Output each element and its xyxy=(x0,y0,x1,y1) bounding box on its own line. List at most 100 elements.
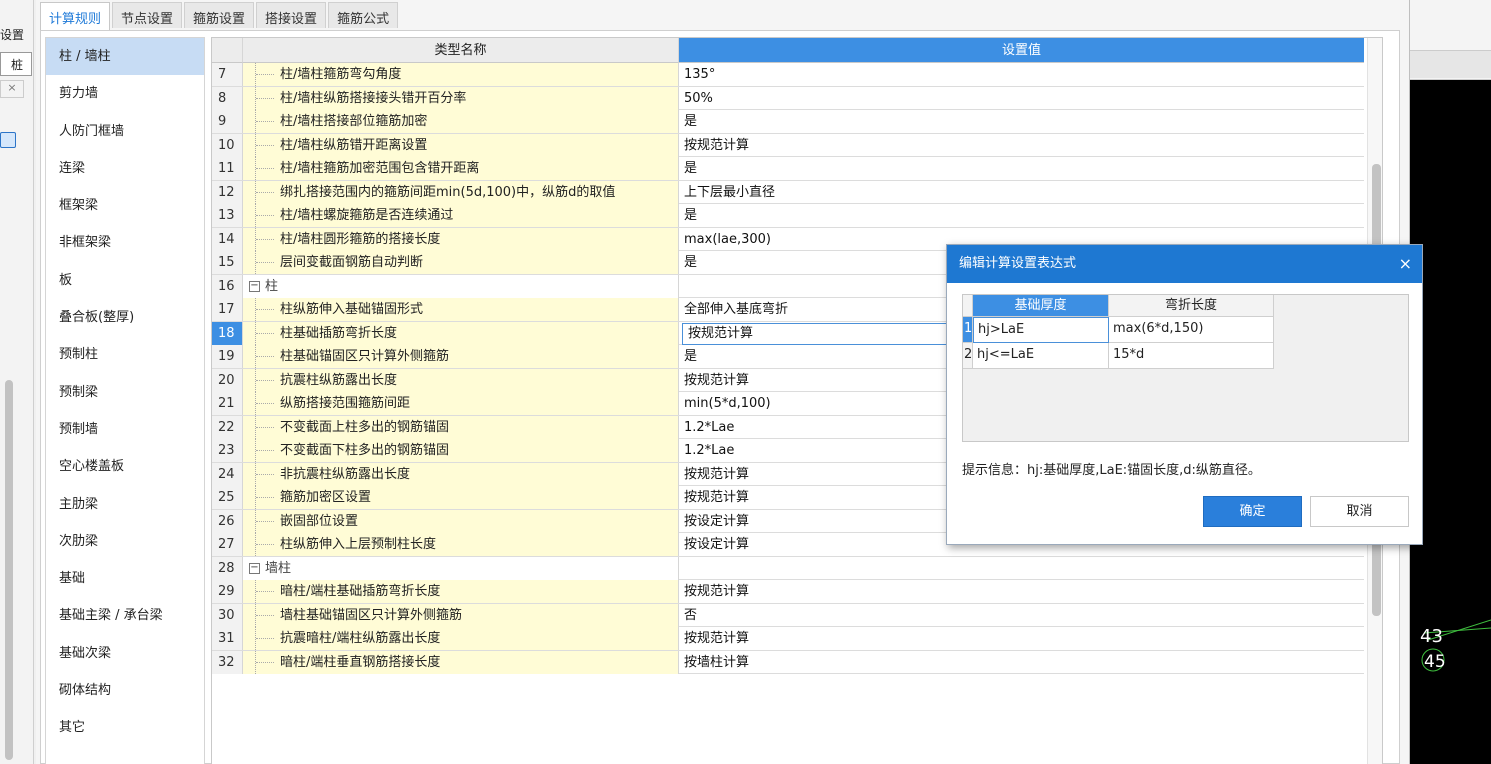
table-row[interactable]: 13 柱/墙柱螺旋箍筋是否连续通过 是 xyxy=(212,204,1364,228)
setting-value-cell[interactable]: 是 xyxy=(679,157,1364,180)
collapse-toggle-icon[interactable]: − xyxy=(249,280,260,292)
row-number[interactable]: 19 xyxy=(212,345,243,368)
row-number[interactable]: 18 xyxy=(212,321,243,345)
close-icon[interactable]: × xyxy=(1399,245,1412,283)
category-item[interactable]: 砌体结构 xyxy=(46,672,204,709)
setting-value-cell[interactable]: 上下层最小直径 xyxy=(679,181,1364,204)
category-item[interactable]: 空心楼盖板 xyxy=(46,448,204,485)
category-item[interactable]: 叠合板(整厚) xyxy=(46,299,204,336)
tab-stirrup-settings[interactable]: 箍筋设置 xyxy=(184,2,255,28)
value-cell[interactable]: 15*d xyxy=(1109,343,1274,369)
type-name-cell[interactable]: 柱/墙柱箍筋加密范围包含错开距离 xyxy=(243,157,679,180)
row-number[interactable]: 31 xyxy=(212,627,243,650)
row-number[interactable]: 11 xyxy=(212,157,243,180)
setting-value-cell[interactable]: 否 xyxy=(679,604,1364,627)
expression-row-index[interactable]: 2 xyxy=(963,343,973,369)
row-number[interactable]: 30 xyxy=(212,603,243,627)
table-row[interactable]: 30 墙柱基础锚固区只计算外侧箍筋 否 xyxy=(212,603,1364,627)
type-name-cell[interactable]: 箍筋加密区设置 xyxy=(243,486,679,509)
row-number[interactable]: 25 xyxy=(212,486,243,509)
setting-value-cell[interactable]: 按规范计算 xyxy=(679,580,1364,603)
category-item[interactable]: 基础次梁 xyxy=(46,635,204,672)
tab-stirrup-formula[interactable]: 箍筋公式 xyxy=(328,2,399,28)
row-number[interactable]: 13 xyxy=(212,204,243,227)
category-item[interactable]: 非框架梁 xyxy=(46,224,204,261)
host-close-icon[interactable]: × xyxy=(0,80,24,98)
row-number[interactable]: 7 xyxy=(212,63,243,86)
expression-row-index[interactable]: 1 xyxy=(963,317,973,343)
cancel-button[interactable]: 取消 xyxy=(1310,496,1409,527)
type-name-cell[interactable]: 纵筋搭接范围箍筋间距 xyxy=(243,392,679,415)
row-number[interactable]: 17 xyxy=(212,298,243,321)
row-number[interactable]: 24 xyxy=(212,462,243,486)
row-number[interactable]: 27 xyxy=(212,533,243,556)
type-name-cell[interactable]: 柱/墙柱搭接部位箍筋加密 xyxy=(243,110,679,133)
row-number[interactable]: 29 xyxy=(212,580,243,603)
table-row[interactable]: 7 柱/墙柱箍筋弯勾角度 135° xyxy=(212,63,1364,87)
category-item[interactable]: 柱 / 墙柱 xyxy=(46,38,204,76)
type-name-cell[interactable]: − 柱 xyxy=(243,274,679,298)
setting-value-cell[interactable]: 按规范计算 xyxy=(679,627,1364,650)
type-name-cell[interactable]: 柱纵筋伸入基础锚固形式 xyxy=(243,298,679,321)
table-row[interactable]: 10 柱/墙柱纵筋错开距离设置 按规范计算 xyxy=(212,133,1364,157)
condition-cell[interactable]: hj>LaE xyxy=(973,317,1109,343)
tab-calc-rules[interactable]: 计算规则 xyxy=(40,2,111,31)
type-name-cell[interactable]: 绑扎搭接范围内的箍筋间距min(5d,100)中，纵筋d的取值 xyxy=(243,180,679,204)
setting-value-cell[interactable]: 50% xyxy=(679,87,1364,110)
type-name-cell[interactable]: 墙柱基础锚固区只计算外侧箍筋 xyxy=(243,603,679,627)
table-row[interactable]: 8 柱/墙柱纵筋搭接接头错开百分率 50% xyxy=(212,86,1364,110)
category-item[interactable]: 板 xyxy=(46,262,204,299)
type-name-cell[interactable]: 抗震暗柱/端柱纵筋露出长度 xyxy=(243,627,679,650)
row-number[interactable]: 28 xyxy=(212,556,243,580)
table-row[interactable]: 12 绑扎搭接范围内的箍筋间距min(5d,100)中，纵筋d的取值 上下层最小直径 xyxy=(212,180,1364,204)
type-name-cell[interactable]: 层间变截面钢筋自动判断 xyxy=(243,251,679,274)
type-name-cell[interactable]: 柱/墙柱纵筋搭接接头错开百分率 xyxy=(243,86,679,110)
category-item[interactable]: 预制柱 xyxy=(46,336,204,373)
type-name-cell[interactable]: 暗柱/端柱基础插筋弯折长度 xyxy=(243,580,679,603)
type-name-cell[interactable]: 嵌固部位设置 xyxy=(243,509,679,533)
category-item[interactable]: 人防门框墙 xyxy=(46,113,204,150)
tab-node-settings[interactable]: 节点设置 xyxy=(112,2,183,28)
value-cell[interactable]: max(6*d,150) xyxy=(1109,317,1274,343)
table-row[interactable]: 9 柱/墙柱搭接部位箍筋加密 是 xyxy=(212,110,1364,134)
setting-value-cell[interactable] xyxy=(679,557,1364,580)
type-name-cell[interactable]: 柱/墙柱箍筋弯勾角度 xyxy=(243,63,679,86)
host-window-icon[interactable] xyxy=(0,132,16,148)
row-number[interactable]: 14 xyxy=(212,227,243,251)
type-name-cell[interactable]: 柱基础锚固区只计算外侧箍筋 xyxy=(243,345,679,368)
type-name-cell[interactable]: − 墙柱 xyxy=(243,556,679,580)
setting-value-cell[interactable]: 是 xyxy=(679,110,1364,133)
host-scrollbar[interactable] xyxy=(5,380,13,760)
setting-value-cell[interactable]: 135° xyxy=(679,63,1364,86)
type-name-cell[interactable]: 柱/墙柱纵筋错开距离设置 xyxy=(243,133,679,157)
ok-button[interactable]: 确定 xyxy=(1203,496,1302,527)
setting-value-cell[interactable]: 按墙柱计算 xyxy=(679,651,1364,674)
category-item[interactable]: 其它 xyxy=(46,709,204,746)
row-number[interactable]: 9 xyxy=(212,110,243,133)
row-number[interactable]: 23 xyxy=(212,439,243,462)
table-row[interactable]: 11 柱/墙柱箍筋加密范围包含错开距离 是 xyxy=(212,157,1364,181)
category-item[interactable]: 基础主梁 / 承台梁 xyxy=(46,597,204,634)
type-name-cell[interactable]: 非抗震柱纵筋露出长度 xyxy=(243,462,679,486)
category-item[interactable]: 次肋梁 xyxy=(46,523,204,560)
row-number[interactable]: 16 xyxy=(212,274,243,298)
category-item[interactable]: 框架梁 xyxy=(46,187,204,224)
type-name-cell[interactable]: 柱/墙柱螺旋箍筋是否连续通过 xyxy=(243,204,679,227)
host-tab[interactable]: 桩 xyxy=(0,52,32,76)
group-row[interactable]: 28− 墙柱 xyxy=(212,556,1364,580)
setting-value-editor[interactable]: 按规范计算 xyxy=(682,322,948,345)
row-number[interactable]: 10 xyxy=(212,133,243,157)
type-name-cell[interactable]: 抗震柱纵筋露出长度 xyxy=(243,368,679,392)
row-number[interactable]: 21 xyxy=(212,392,243,415)
table-row[interactable]: 29 暗柱/端柱基础插筋弯折长度 按规范计算 xyxy=(212,580,1364,604)
row-number[interactable]: 32 xyxy=(212,650,243,674)
type-name-cell[interactable]: 柱基础插筋弯折长度 xyxy=(243,321,679,345)
type-name-cell[interactable]: 柱纵筋伸入上层预制柱长度 xyxy=(243,533,679,556)
category-item[interactable]: 连梁 xyxy=(46,150,204,187)
row-number[interactable]: 22 xyxy=(212,415,243,439)
type-name-cell[interactable]: 暗柱/端柱垂直钢筋搭接长度 xyxy=(243,650,679,674)
type-name-cell[interactable]: 柱/墙柱圆形箍筋的搭接长度 xyxy=(243,227,679,251)
setting-value-cell[interactable]: 是 xyxy=(679,204,1364,227)
category-item[interactable]: 主肋梁 xyxy=(46,486,204,523)
tab-lap-settings[interactable]: 搭接设置 xyxy=(256,2,327,28)
